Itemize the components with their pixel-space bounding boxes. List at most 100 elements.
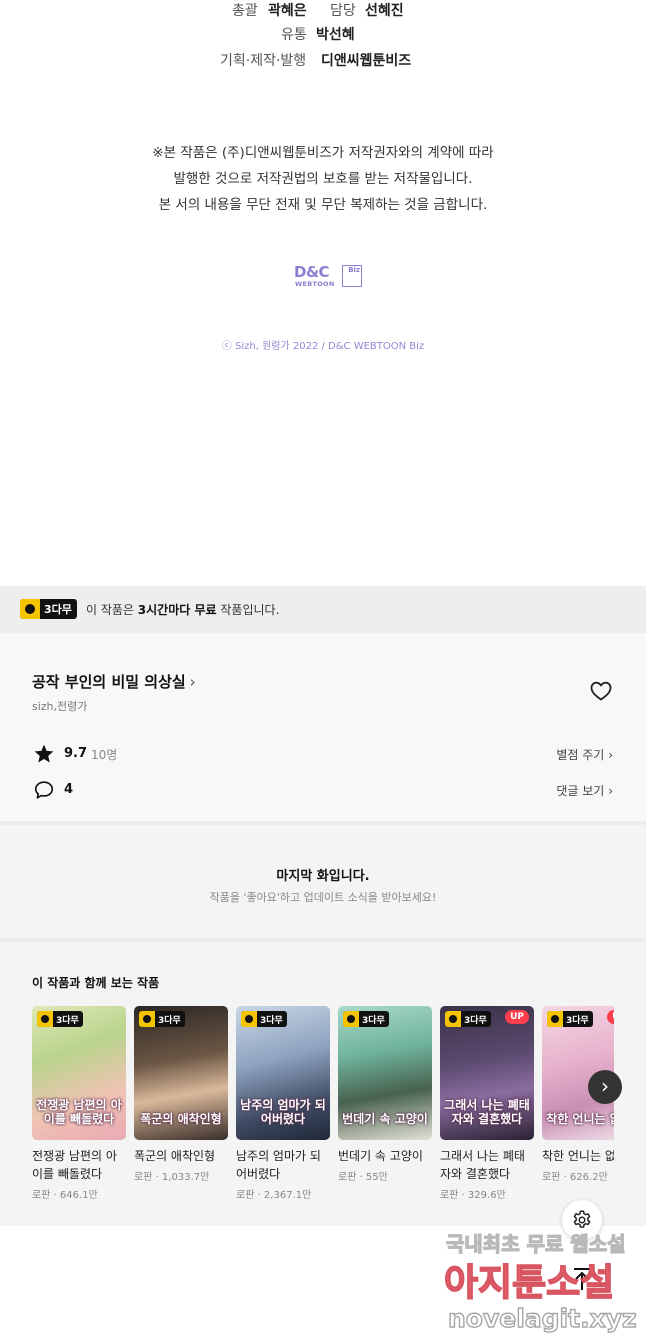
- thumb-title: 전쟁광 남편의 아이를 빼돌렸다: [36, 1098, 122, 1126]
- rec-title: 남주의 엄마가 되어버렸다: [236, 1149, 321, 1181]
- clock-icon: [343, 1011, 359, 1027]
- last-episode-title: 마지막 화입니다.: [276, 869, 370, 884]
- rec-title: 그래서 나는 폐태자와 결혼했다: [440, 1149, 525, 1181]
- heart-icon[interactable]: [589, 679, 613, 703]
- chevron-right-icon: ›: [608, 748, 613, 762]
- thumb-title: 그래서 나는 폐태자와 결혼했다: [444, 1098, 530, 1126]
- rec-title: 폭군의 애착인형: [134, 1149, 216, 1163]
- wait-free-badge: 3다무: [20, 599, 77, 619]
- rating-row: 9.7 10명 별점 주기 ›: [0, 742, 646, 766]
- work-title: 공작 부인의 비밀 의상실: [32, 673, 186, 691]
- star-icon: [34, 744, 54, 763]
- credits-section: 총괄 곽혜은 담당 선혜진 유통 박선혜 기획·제작·발행 디앤씨웹툰비즈 ※본…: [0, 0, 646, 586]
- logo-main-text: D&C: [294, 263, 330, 281]
- comment-count: 4: [64, 782, 74, 797]
- work-author: sizh,전령가: [32, 700, 88, 713]
- clock-icon: [139, 1011, 155, 1027]
- copyright-line: ⓒ Sizh, 원령가 2022 / D&C WEBTOON Biz: [221, 341, 425, 352]
- thumb-title: 폭군의 애착인형: [140, 1112, 222, 1126]
- up-badge: UP: [505, 1010, 529, 1024]
- copyright-notice: ※본 작품은 (주)디앤씨웹툰비즈가 저작권자와의 계약에 따라 발행한 것으로…: [0, 140, 646, 218]
- comment-link[interactable]: 댓글 보기 ›: [556, 782, 613, 799]
- credit-value: 선혜진: [365, 3, 404, 19]
- clock-icon: [241, 1011, 257, 1027]
- credit-label: 담당: [330, 3, 356, 19]
- rec-thumbnail[interactable]: 3다무 폭군의 애착인형: [134, 1006, 228, 1140]
- rec-meta: 로판 · 2,367.1만: [236, 1190, 312, 1201]
- rating-value: 9.7: [64, 746, 88, 761]
- rec-card[interactable]: 3다무 남주의 엄마가 되어버렸다 남주의 엄마가 되어버렸다 로판 · 2,3…: [236, 1006, 330, 1201]
- free-schedule-banner: 3다무 이 작품은 3시간마다 무료 작품입니다.: [0, 586, 646, 633]
- thumb-title: 남주의 엄마가 되어버렸다: [240, 1098, 326, 1126]
- wait-free-badge: 3다무: [241, 1011, 287, 1027]
- rec-card[interactable]: 3다무 전쟁광 남편의 아이를 빼돌렸다 전쟁광 남편의 아이를 빼돌렸다 로판…: [32, 1006, 126, 1201]
- wait-free-badge: 3다무: [37, 1011, 83, 1027]
- credit-label: 유통: [281, 27, 307, 43]
- credit-value: 박선혜: [316, 27, 355, 43]
- rec-thumbnail[interactable]: 3다무 전쟁광 남편의 아이를 빼돌렸다: [32, 1006, 126, 1140]
- up-badge: UP: [607, 1010, 614, 1024]
- notice-line: 본 서의 내용을 무단 전재 및 무단 복제하는 것을 금합니다.: [158, 197, 488, 213]
- wait-free-badge: 3다무: [547, 1011, 593, 1027]
- rec-card[interactable]: 3다무 UP 그래서 나는 폐태자와 결혼했다 그래서 나는 폐태자와 결혼했다…: [440, 1006, 534, 1201]
- site-watermark: 국내최초 무료 웹소설 아지툰소설 novelagit.xyz: [440, 1226, 646, 1343]
- badge-label: 3다무: [44, 603, 72, 616]
- badge-label: 3다무: [566, 1015, 589, 1026]
- rate-link[interactable]: 별점 주기 ›: [556, 746, 613, 763]
- carousel-next-button[interactable]: ›: [588, 1070, 622, 1104]
- watermark-line-3: novelagit.xyz: [447, 1303, 637, 1333]
- clock-icon: [547, 1011, 563, 1027]
- free-text-pre: 이 작품은: [86, 603, 138, 617]
- rec-thumbnail[interactable]: 3다무 UP 그래서 나는 폐태자와 결혼했다: [440, 1006, 534, 1140]
- wait-free-badge: 3다무: [139, 1011, 185, 1027]
- badge-label: 3다무: [464, 1015, 487, 1026]
- chevron-right-icon: ›: [608, 784, 613, 798]
- badge-label: 3다무: [158, 1015, 181, 1026]
- rec-meta: 로판 · 329.6만: [440, 1190, 506, 1201]
- last-episode-section: 마지막 화입니다. 작품을 '좋아요'하고 업데이트 소식을 받아보세요!: [0, 821, 646, 938]
- wait-free-badge: 3다무: [343, 1011, 389, 1027]
- rec-title: 전쟁광 남편의 아이를 빼돌렸다: [32, 1149, 117, 1181]
- comment-row: 4 댓글 보기 ›: [0, 778, 646, 802]
- clock-icon: [37, 1011, 53, 1027]
- thumb-title: 번데기 속 고양이: [342, 1112, 428, 1126]
- free-schedule-text: 이 작품은 3시간마다 무료 작품입니다.: [86, 601, 279, 618]
- logo-sub-text: WEBTOON: [295, 280, 335, 288]
- clock-icon: [20, 599, 40, 619]
- rec-thumbnail[interactable]: 3다무 번데기 속 고양이: [338, 1006, 432, 1140]
- notice-line: ※본 작품은 (주)디앤씨웹툰비즈가 저작권자와의 계약에 따라: [152, 145, 494, 161]
- rec-meta: 로판 · 55만: [338, 1172, 388, 1183]
- last-episode-subtitle: 작품을 '좋아요'하고 업데이트 소식을 받아보세요!: [209, 891, 437, 904]
- dnc-webtoon-logo: D&C WEBTOON Biz: [294, 263, 366, 293]
- clock-icon: [445, 1011, 461, 1027]
- recommendations-carousel: 3다무 전쟁광 남편의 아이를 빼돌렸다 전쟁광 남편의 아이를 빼돌렸다 로판…: [32, 1006, 614, 1216]
- rec-title: 번데기 속 고양이: [338, 1149, 423, 1163]
- recommendations-heading: 이 작품과 함께 보는 작품: [32, 976, 160, 990]
- credit-value: 곽혜은: [268, 3, 307, 19]
- comment-link-label: 댓글 보기: [556, 784, 605, 798]
- work-title-link[interactable]: 공작 부인의 비밀 의상실 ›: [32, 671, 196, 692]
- rec-thumbnail[interactable]: 3다무 남주의 엄마가 되어버렸다: [236, 1006, 330, 1140]
- rate-link-label: 별점 주기: [556, 748, 605, 762]
- wait-free-badge: 3다무: [445, 1011, 491, 1027]
- credit-label: 총괄: [232, 3, 258, 19]
- rec-card[interactable]: 3다무 폭군의 애착인형 폭군의 애착인형 로판 · 1,033.7만: [134, 1006, 228, 1183]
- recommendations-section: 이 작품과 함께 보는 작품 3다무 전쟁광 남편의 아이를 빼돌렸다 전쟁광 …: [0, 938, 646, 1226]
- free-text-bold: 3시간마다 무료: [137, 603, 217, 617]
- thumb-title: 착한 언니는 없다: [546, 1112, 614, 1126]
- work-info-section: 공작 부인의 비밀 의상실 › sizh,전령가 9.7 10명 별점 주기 › …: [0, 633, 646, 821]
- chevron-right-icon: ›: [189, 673, 196, 691]
- rec-meta: 로판 · 626.2만: [542, 1172, 608, 1183]
- free-text-post: 작품입니다.: [216, 603, 280, 617]
- badge-label: 3다무: [260, 1015, 283, 1026]
- credit-value: 디앤씨웹툰비즈: [321, 53, 412, 69]
- watermark-line-2: 아지툰소설: [443, 1260, 615, 1305]
- rec-meta: 로판 · 1,033.7만: [134, 1172, 210, 1183]
- badge-label: 3다무: [362, 1015, 385, 1026]
- notice-line: 발행한 것으로 저작권법의 보호를 받는 저작물입니다.: [173, 171, 473, 187]
- rec-card[interactable]: 3다무 번데기 속 고양이 번데기 속 고양이 로판 · 55만: [338, 1006, 432, 1183]
- rating-count: 10명: [91, 748, 118, 762]
- rec-meta: 로판 · 646.1만: [32, 1190, 98, 1201]
- comment-icon: [34, 781, 54, 799]
- chevron-right-icon: ›: [601, 1074, 609, 1098]
